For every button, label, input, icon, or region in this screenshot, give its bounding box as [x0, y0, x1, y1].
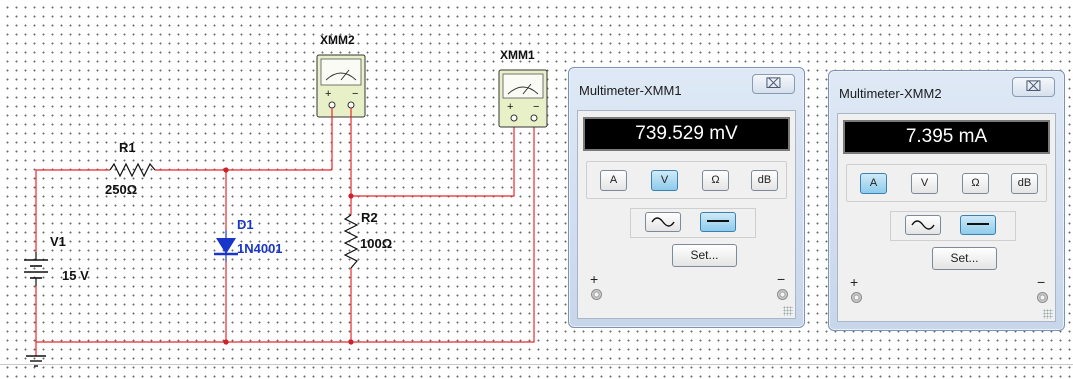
negative-terminal-jack[interactable] [777, 289, 788, 300]
mode-ohm-button[interactable]: Ω [702, 170, 729, 191]
close-button[interactable]: ⌧ [1012, 77, 1055, 97]
set-button[interactable]: Set... [932, 247, 997, 270]
positive-terminal-jack[interactable] [591, 289, 602, 300]
mode-volt-button[interactable]: V [911, 173, 938, 194]
mode-decibel-button[interactable]: dB [751, 170, 778, 191]
mode-ohm-button[interactable]: Ω [962, 173, 989, 194]
reading-display: 739.529 mV [583, 117, 790, 151]
negative-terminal-label: − [777, 271, 786, 287]
reading-display: 7.395 mA [843, 120, 1050, 154]
dc-mode-button[interactable] [700, 212, 736, 232]
positive-terminal-jack[interactable] [851, 292, 862, 303]
sine-wave-icon [911, 220, 935, 230]
d1-diode-symbol[interactable] [214, 230, 238, 262]
xmm1-label: XMM1 [500, 48, 535, 62]
xmm2-label: XMM2 [320, 33, 355, 47]
resize-grip[interactable] [1043, 309, 1053, 319]
dc-mode-button[interactable] [960, 215, 996, 235]
close-icon: ⌧ [1025, 78, 1042, 94]
r2-ref-label: R2 [361, 210, 378, 225]
signal-type-group [630, 208, 756, 238]
v1-battery-symbol[interactable] [24, 252, 48, 286]
mode-volt-button[interactable]: V [651, 170, 678, 191]
multimeter-body: 7.395 mA A V Ω dB Set... + − [837, 113, 1056, 322]
set-button[interactable]: Set... [672, 244, 737, 267]
svg-text:+: + [325, 88, 331, 100]
r2-value-label: 100Ω [360, 236, 393, 251]
positive-terminal-label: + [850, 274, 859, 290]
mode-ampere-button[interactable]: A [860, 173, 887, 194]
multimeter-xmm2-window[interactable]: Multimeter-XMM2 ⌧ 7.395 mA A V Ω dB Set.… [828, 70, 1065, 331]
svg-text:−: − [352, 88, 358, 100]
v1-ref-label: V1 [50, 234, 66, 249]
close-button[interactable]: ⌧ [752, 74, 795, 94]
r1-value-label: 250Ω [105, 182, 138, 197]
mode-button-group: A V Ω dB [586, 161, 787, 199]
multimeter-xmm1-window[interactable]: Multimeter-XMM1 ⌧ 739.529 mV A V Ω dB Se… [568, 67, 805, 328]
v1-value-label: 15 V [62, 268, 89, 283]
positive-terminal-label: + [590, 271, 599, 287]
xmm1-meter-symbol[interactable]: + − [498, 69, 548, 128]
dc-line-icon [967, 223, 989, 225]
r1-resistor-symbol[interactable] [109, 162, 156, 178]
ground-symbol [26, 355, 46, 367]
d1-part-label: 1N4001 [237, 241, 283, 256]
window-title: Multimeter-XMM2 [839, 86, 942, 101]
signal-type-group [890, 211, 1016, 241]
junctions [223, 167, 354, 345]
d1-ref-label: D1 [237, 217, 254, 232]
negative-terminal-label: − [1037, 274, 1046, 290]
wires [35, 122, 535, 356]
negative-terminal-jack[interactable] [1037, 292, 1048, 303]
window-title: Multimeter-XMM1 [579, 83, 682, 98]
ac-mode-button[interactable] [645, 212, 681, 232]
mode-button-group: A V Ω dB [846, 164, 1047, 202]
r1-ref-label: R1 [119, 140, 136, 155]
ac-mode-button[interactable] [905, 215, 941, 235]
svg-text:−: − [533, 101, 539, 113]
close-icon: ⌧ [765, 75, 782, 91]
mode-decibel-button[interactable]: dB [1011, 173, 1038, 194]
xmm2-meter-symbol[interactable]: + − [316, 54, 366, 122]
mode-ampere-button[interactable]: A [600, 170, 627, 191]
r2-resistor-symbol[interactable] [343, 214, 359, 269]
sine-wave-icon [651, 217, 675, 227]
multimeter-body: 739.529 mV A V Ω dB Set... + − [577, 110, 796, 319]
svg-text:+: + [507, 101, 513, 113]
resize-grip[interactable] [783, 306, 793, 316]
dc-line-icon [707, 220, 729, 222]
